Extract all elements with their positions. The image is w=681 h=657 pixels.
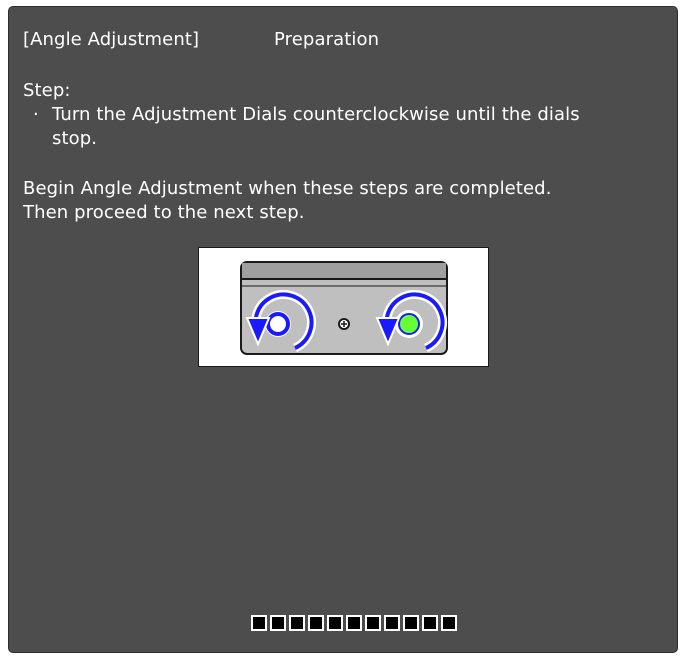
progress-step-square bbox=[346, 615, 362, 631]
progress-step-square bbox=[441, 615, 457, 631]
completion-note-line-1: Begin Angle Adjustment when these steps … bbox=[23, 178, 552, 199]
progress-step-square bbox=[270, 615, 286, 631]
dials-diagram bbox=[240, 261, 448, 355]
progress-step-square bbox=[289, 615, 305, 631]
bullet-marker: · bbox=[33, 104, 39, 125]
adjustment-dials-illustration bbox=[198, 247, 489, 367]
panel-title: [Angle Adjustment] bbox=[23, 29, 200, 50]
progress-step-square bbox=[327, 615, 343, 631]
panel-subtitle: Preparation bbox=[274, 29, 380, 50]
progress-step-square bbox=[384, 615, 400, 631]
completion-note-line-2: Then proceed to the next step. bbox=[23, 202, 305, 223]
progress-step-square bbox=[403, 615, 419, 631]
step-heading: Step: bbox=[23, 80, 71, 101]
center-screw-icon bbox=[338, 318, 350, 330]
adjustment-plate bbox=[240, 261, 448, 355]
progress-step-square bbox=[251, 615, 267, 631]
step-instruction-line-2: stop. bbox=[52, 128, 98, 149]
progress-step-square bbox=[308, 615, 324, 631]
progress-step-square bbox=[365, 615, 381, 631]
progress-step-square bbox=[422, 615, 438, 631]
angle-adjustment-panel: [Angle Adjustment] Preparation Step: · T… bbox=[8, 6, 678, 653]
progress-indicator bbox=[251, 615, 457, 631]
step-instruction-line-1: Turn the Adjustment Dials counterclockwi… bbox=[52, 104, 580, 125]
